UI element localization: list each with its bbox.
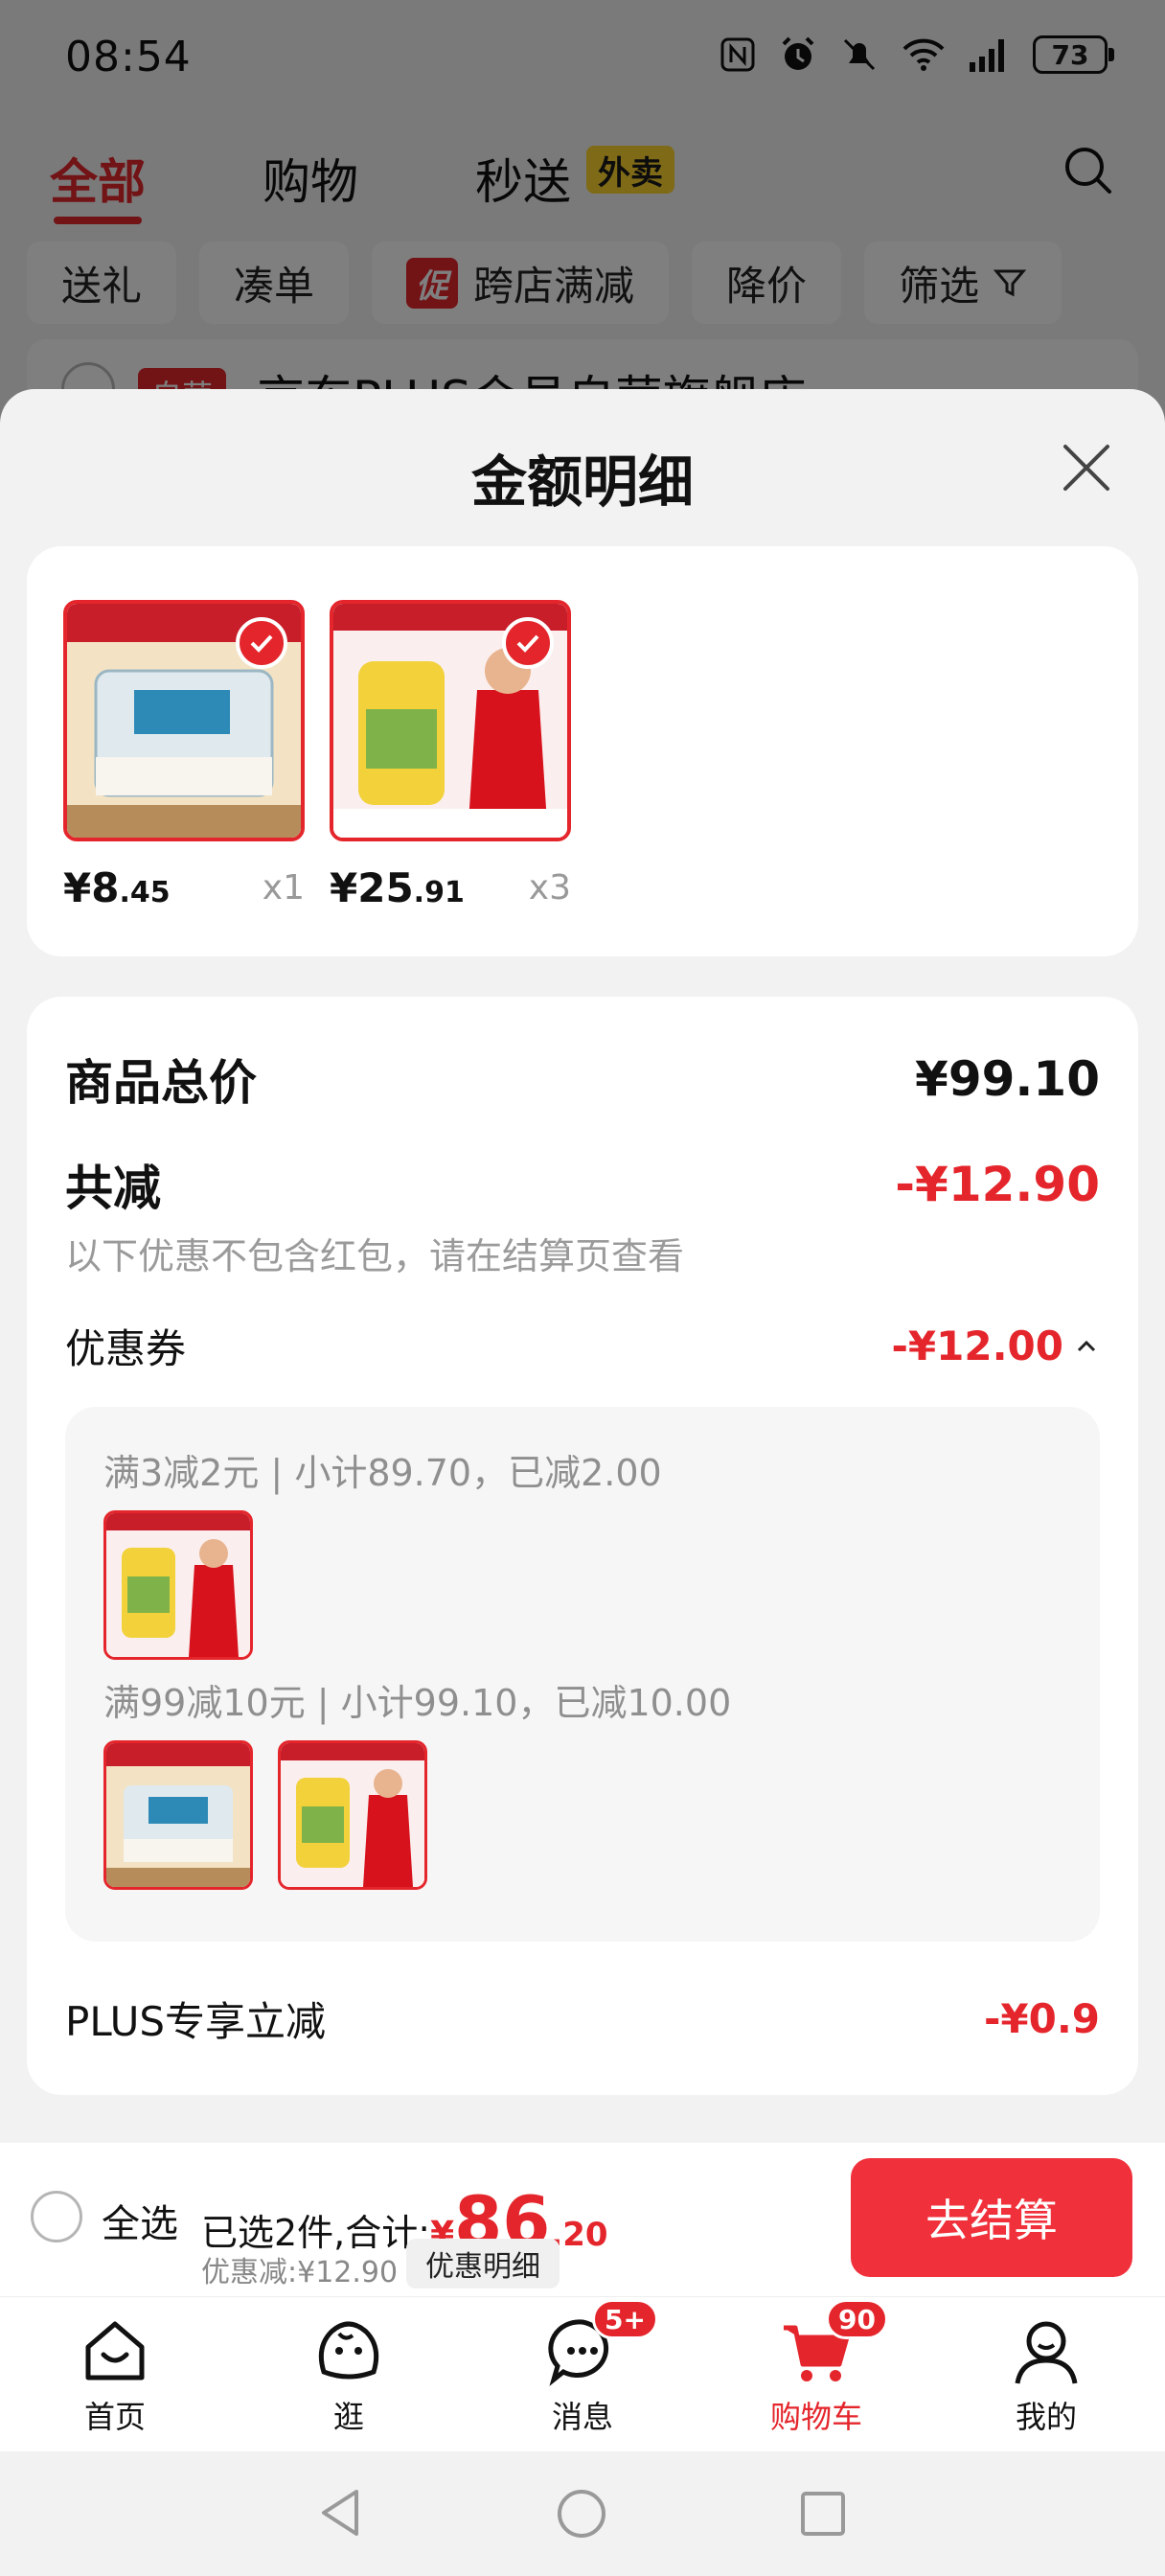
plus-label: PLUS专享立减 [65,1998,327,2045]
selected-check-icon [236,617,287,669]
tab-label: 我的 [1015,2399,1077,2435]
coupon-value-wrap: -¥12.00 [891,1322,1100,1369]
cart-icon: 90 [778,2299,888,2389]
coupon-rule-text: 满99减10元 | 小计99.10，已减10.00 [103,1682,732,1724]
select-all-label[interactable]: 全选 [102,2193,178,2248]
coupon-product-thumb [103,1740,253,1890]
message-badge: 5+ [592,2299,658,2339]
tab-label: 购物车 [769,2399,862,2435]
select-all-radio[interactable] [31,2191,82,2242]
total-label: 商品总价 [65,1055,257,1111]
checkout-button[interactable]: 去结算 [851,2158,1132,2277]
coupon-detail-box: 满3减2元 | 小计89.70，已减2.00 满99减10元 | 小计99.10… [65,1407,1100,1942]
reduce-label: 共减 [65,1161,161,1216]
discount-note: 以下优惠不包含红包，请在结算页查看 [65,1235,685,1277]
tab-messages[interactable]: 5+ 消息 [506,2299,659,2437]
tab-profile[interactable]: 我的 [970,2312,1123,2437]
product-qty: x1 [262,868,305,908]
cart-badge: 90 [826,2299,888,2339]
tab-label: 逛 [332,2399,364,2435]
sheet-title: 金额明细 [470,449,694,515]
total-value: ¥99.10 [915,1051,1100,1107]
product-image [63,600,305,841]
product-item[interactable]: ¥25.91 x3 [330,600,571,911]
browse-icon [310,2312,387,2389]
coupon-rule-text: 满3减2元 | 小计89.70，已减2.00 [103,1452,662,1494]
discount-detail-button[interactable]: 优惠明细 [406,2239,560,2288]
product-price: ¥8.45 [63,864,171,911]
tab-browse[interactable]: 逛 [272,2312,425,2437]
coupon-value: -¥12.00 [891,1322,1063,1369]
plus-value: -¥0.9 [983,1995,1100,2042]
total-row: 商品总价 ¥99.10 [65,1045,1100,1114]
chevron-up-icon[interactable] [1073,1333,1100,1360]
home-icon [77,2312,153,2389]
bottom-tab-bar: 首页 逛 5+ 消息 90 购物车 我的 [0,2296,1165,2451]
selected-check-icon [502,617,554,669]
reduce-row: 共减 -¥12.90 [65,1150,1100,1219]
product-qty: x3 [528,868,571,908]
coupon-row[interactable]: 优惠券 -¥12.00 [65,1317,1100,1375]
profile-icon [1008,2312,1085,2389]
plus-discount-row: PLUS专享立减 -¥0.9 [65,1990,1100,2048]
reduce-value: -¥12.90 [895,1157,1100,1212]
tab-label: 首页 [83,2399,146,2435]
tab-home[interactable]: 首页 [38,2312,192,2437]
discount-summary: 优惠减:¥12.90 [201,2256,399,2289]
amount-detail-sheet: 金额明细 ¥8.45 x1 ¥25.91 x3 商品总价 ¥99.10 共减 -… [0,389,1165,2143]
coupon-product-thumb [103,1510,253,1660]
close-icon[interactable] [1060,441,1113,494]
cart-checkout-bar: 全选 已选2件,合计: ¥ 86 .20 优惠减:¥12.90 优惠明细 去结算 [0,2143,1165,2296]
system-nav-bar [0,2451,1165,2576]
message-icon: 5+ [544,2299,658,2389]
back-icon[interactable] [316,2486,364,2540]
tab-cart[interactable]: 90 购物车 [740,2299,893,2437]
coupon-label: 优惠券 [65,1325,187,1372]
tab-label: 消息 [551,2399,613,2435]
recents-icon[interactable] [799,2490,847,2538]
home-circle-icon[interactable] [556,2488,607,2540]
product-item[interactable]: ¥8.45 x1 [63,600,305,911]
product-price: ¥25.91 [330,864,465,911]
selected-products-card: ¥8.45 x1 ¥25.91 x3 [27,546,1138,956]
product-image [330,600,571,841]
coupon-product-thumb [278,1740,427,1890]
price-summary-card: 商品总价 ¥99.10 共减 -¥12.90 以下优惠不包含红包，请在结算页查看… [27,997,1138,2095]
